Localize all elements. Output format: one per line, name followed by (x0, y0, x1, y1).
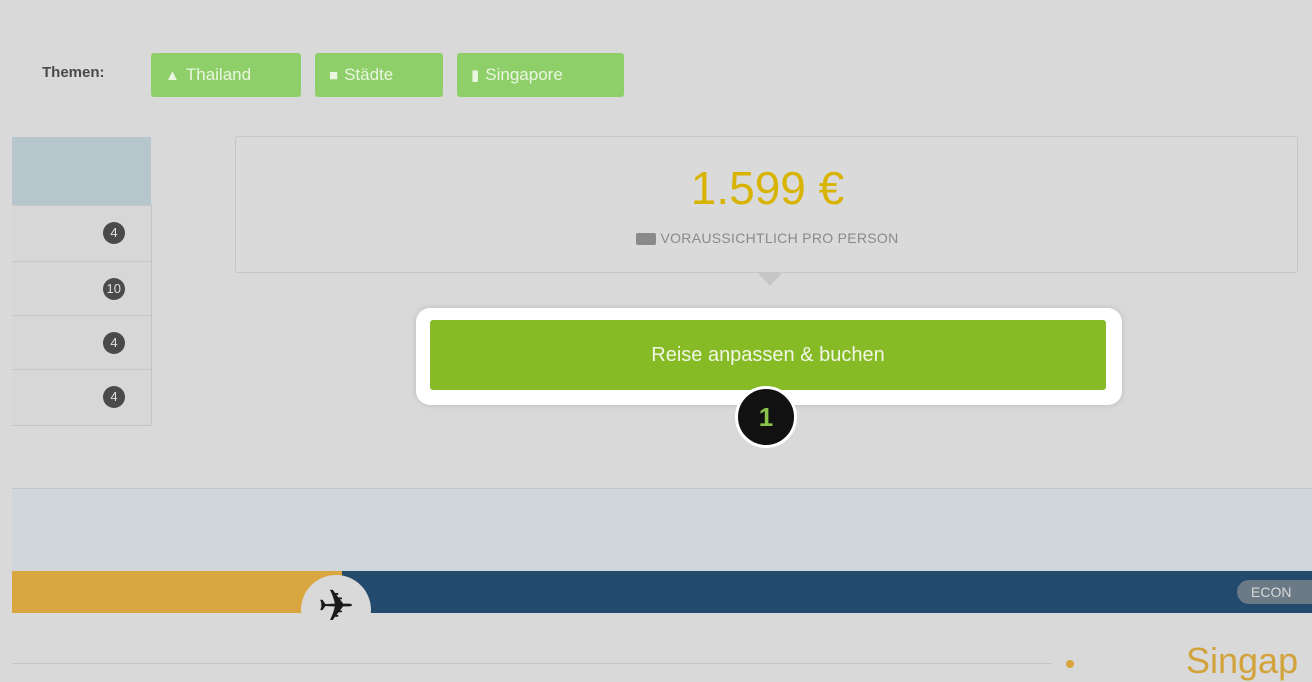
class-badge: ECON (1237, 580, 1312, 604)
flight-progress-bar (12, 571, 342, 613)
customize-and-book-button[interactable]: Reise anpassen & buchen (430, 320, 1106, 390)
plane-icon: ✈ (301, 575, 371, 645)
themes-label: Themen: (42, 64, 105, 81)
step-marker: 1 (735, 386, 797, 448)
list-item[interactable]: 4 (12, 369, 151, 424)
price-pointer (757, 272, 783, 286)
suitcase-icon: ■ (329, 66, 339, 84)
tag-label: Singapore (485, 65, 563, 84)
tag-label: Thailand (185, 65, 252, 84)
temple-icon: ▲ (165, 66, 180, 84)
tag-thailand[interactable]: ▲ Thailand (151, 53, 301, 97)
count-badge: 4 (103, 386, 125, 408)
price-box: 1.599 € VORAUSSICHTLICH PRO PERSON (235, 136, 1298, 273)
timeline-dot (1066, 660, 1074, 668)
tag-staedte[interactable]: ■ Städte (315, 53, 443, 97)
price-note: VORAUSSICHTLICH PRO PERSON (236, 230, 1299, 246)
count-badge: 10 (102, 278, 125, 300)
left-list: 4 10 4 4 (12, 205, 152, 426)
destination-name: Singap (1186, 640, 1299, 681)
list-item[interactable]: 4 (12, 205, 151, 260)
tag-singapore[interactable]: ▮ Singapore (457, 53, 624, 97)
flight-bar (330, 571, 1312, 613)
left-list-header (12, 137, 151, 205)
info-band (12, 489, 1312, 571)
skyline-icon: ▮ (471, 67, 480, 84)
count-badge: 4 (103, 222, 125, 244)
list-item[interactable]: 10 (12, 261, 151, 316)
count-badge: 4 (103, 332, 125, 354)
list-item[interactable]: 4 (12, 315, 151, 370)
price-note-text: VORAUSSICHTLICH PRO PERSON (660, 230, 899, 246)
tag-label: Städte (344, 65, 394, 84)
price-amount: 1.599 € (690, 162, 845, 214)
timeline-line (12, 663, 1052, 664)
card-icon (636, 233, 657, 246)
